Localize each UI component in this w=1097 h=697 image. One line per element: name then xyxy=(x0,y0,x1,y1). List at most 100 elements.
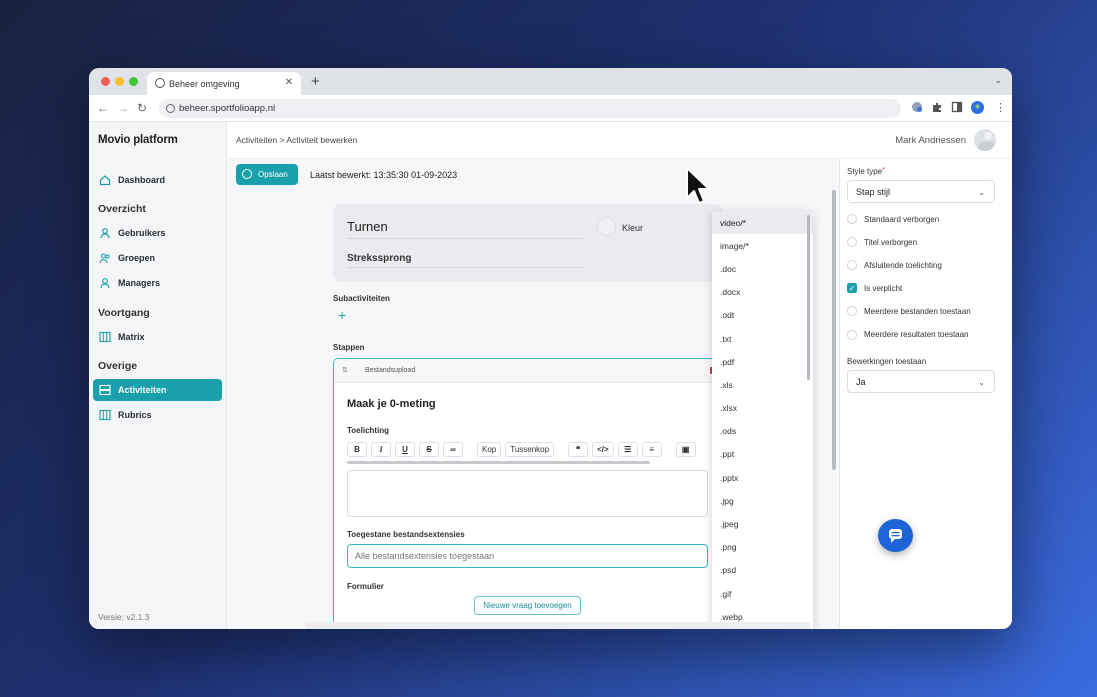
dropdown-option[interactable]: .xlsx xyxy=(712,397,813,420)
option-row[interactable]: ✓ Is verplicht xyxy=(847,283,903,294)
checkbox[interactable] xyxy=(847,214,857,224)
code-button[interactable]: </> xyxy=(592,442,614,457)
back-icon[interactable]: ← xyxy=(97,101,109,115)
image-icon: ▣ xyxy=(681,445,690,454)
bold-button[interactable]: B xyxy=(347,442,367,457)
add-subactivity-button[interactable]: + xyxy=(338,307,346,323)
top-bar: Activiteiten > Activiteit bewerken Mark … xyxy=(227,122,1012,159)
sidebar-item-dashboard[interactable]: Dashboard xyxy=(93,169,222,191)
new-tab-button[interactable]: + xyxy=(311,73,320,90)
chevron-down-icon: ⌄ xyxy=(978,188,985,197)
dropdown-option[interactable]: .jpeg xyxy=(712,512,813,535)
sidebar-item-managers[interactable]: Managers xyxy=(93,272,222,294)
italic-button[interactable]: I xyxy=(371,442,391,457)
dropdown-option[interactable]: .odt xyxy=(712,304,813,327)
style-type-select[interactable]: Stap stijl ⌄ xyxy=(847,180,995,203)
close-window-button[interactable] xyxy=(101,77,110,86)
extension-icon[interactable] xyxy=(911,101,923,113)
minimize-window-button[interactable] xyxy=(115,77,124,86)
sidebar-item-matrix[interactable]: Matrix xyxy=(93,326,222,348)
heading-button[interactable]: Kop xyxy=(477,442,502,457)
tab-search-icon[interactable]: ⌄ xyxy=(994,75,1002,86)
dropdown-option[interactable]: .ods xyxy=(712,420,813,443)
new-question-button[interactable]: Nieuwe vraag toevoegen xyxy=(474,596,581,615)
step-title-input[interactable]: Maak je 0-meting xyxy=(347,398,436,410)
maximize-window-button[interactable] xyxy=(129,77,138,86)
extensions-placeholder: Alle bestandsextensies toegestaan xyxy=(355,551,495,561)
dropdown-option[interactable]: .pptx xyxy=(712,466,813,489)
extensions-input[interactable]: Alle bestandsextensies toegestaan xyxy=(347,544,708,568)
close-tab-icon[interactable]: ✕ xyxy=(285,77,293,88)
more-menu-icon[interactable]: ⋮ xyxy=(995,101,1006,114)
toolbar-scrollbar[interactable] xyxy=(347,461,650,464)
step-header: ⇅ Bestandsupload xyxy=(334,359,716,383)
breadcrumb-activiteiten[interactable]: Activiteiten xyxy=(236,135,277,145)
dropdown-option[interactable]: .pdf xyxy=(712,350,813,373)
dropdown-option[interactable]: .docx xyxy=(712,281,813,304)
checkbox-checked[interactable]: ✓ xyxy=(847,283,857,294)
dropdown-option[interactable]: .jpg xyxy=(712,489,813,512)
side-panel-icon[interactable] xyxy=(951,101,963,113)
dropdown-option[interactable]: .gif xyxy=(712,582,813,605)
avatar-image-icon xyxy=(976,132,994,151)
dropdown-scrollbar[interactable] xyxy=(807,215,810,380)
option-row[interactable]: Meerdere bestanden toestaan xyxy=(847,306,971,317)
style-type-value: Stap stijl xyxy=(856,186,891,197)
activity-subtitle-input[interactable]: Strekssprong xyxy=(347,253,583,268)
chat-button[interactable] xyxy=(878,519,913,552)
sidebar-item-rubrics[interactable]: Rubrics xyxy=(93,404,222,426)
url-bar[interactable]: beheer.sportfolioapp.nl xyxy=(159,99,901,118)
dropdown-option[interactable]: .psd xyxy=(712,559,813,582)
checkbox[interactable] xyxy=(847,306,857,317)
strike-button[interactable]: S xyxy=(419,442,439,457)
horizontal-scrollbar[interactable] xyxy=(305,622,810,629)
color-picker[interactable] xyxy=(597,217,616,236)
puzzle-icon[interactable] xyxy=(931,101,943,113)
checkbox[interactable] xyxy=(847,237,857,248)
underline-button[interactable]: U xyxy=(395,442,415,457)
ordered-list-button[interactable]: ≡ xyxy=(641,442,662,457)
site-info-icon[interactable] xyxy=(166,104,175,113)
checkbox[interactable] xyxy=(847,329,857,340)
dropdown-option[interactable]: .doc xyxy=(712,257,813,280)
image-button[interactable]: ▣ xyxy=(675,442,696,457)
drag-handle-icon[interactable]: ⇅ xyxy=(342,366,348,374)
activity-title-input[interactable]: Turnen xyxy=(347,219,583,239)
sidebar-item-label: Matrix xyxy=(118,332,145,342)
reload-icon[interactable]: ↻ xyxy=(137,101,147,115)
sidebar-item-activiteiten[interactable]: Activiteiten xyxy=(93,379,222,401)
option-row[interactable]: Afsluitende toelichting xyxy=(847,260,942,271)
option-row[interactable]: Standaard verborgen xyxy=(847,214,939,224)
code-icon: </> xyxy=(597,445,609,454)
dropdown-option[interactable]: .ppt xyxy=(712,443,813,466)
tab-bar: Beheer omgeving ✕ + ⌄ xyxy=(89,68,1012,95)
sidebar-item-gebruikers[interactable]: Gebruikers xyxy=(93,222,222,244)
edits-label: Bewerkingen toestaan xyxy=(847,357,927,366)
dropdown-option[interactable]: .png xyxy=(712,536,813,559)
checkbox[interactable] xyxy=(847,260,857,271)
avatar[interactable] xyxy=(974,129,996,151)
dropdown-option[interactable]: video/* xyxy=(712,211,813,235)
dropdown-option[interactable]: .xls xyxy=(712,373,813,396)
user-name[interactable]: Mark Andriessen xyxy=(895,135,966,146)
dropdown-option[interactable]: .txt xyxy=(712,327,813,350)
description-editor[interactable] xyxy=(347,470,708,517)
option-label: Is verplicht xyxy=(864,283,903,293)
subheading-button[interactable]: Tussenkop xyxy=(505,442,555,457)
option-row[interactable]: Titel verborgen xyxy=(847,237,917,248)
edits-select[interactable]: Ja ⌄ xyxy=(847,370,995,393)
dropdown-option[interactable]: image/* xyxy=(712,234,813,257)
sidebar-item-groepen[interactable]: Groepen xyxy=(93,247,222,269)
forward-icon[interactable]: → xyxy=(117,101,129,115)
color-label: Kleur xyxy=(622,223,644,233)
browser-tab[interactable]: Beheer omgeving ✕ xyxy=(147,72,301,95)
content-scrollbar[interactable] xyxy=(832,190,836,470)
steps-label: Stappen xyxy=(333,343,365,352)
profile-icon[interactable] xyxy=(971,101,984,114)
option-row[interactable]: Meerdere resultaten toestaan xyxy=(847,329,969,340)
save-button[interactable]: Opslaan xyxy=(236,164,298,185)
bullet-list-button[interactable]: ☰ xyxy=(617,442,638,457)
quote-button[interactable]: ❝ xyxy=(568,442,589,457)
bullet-list-icon: ☰ xyxy=(624,445,632,454)
link-button[interactable]: ∞ xyxy=(443,442,463,457)
